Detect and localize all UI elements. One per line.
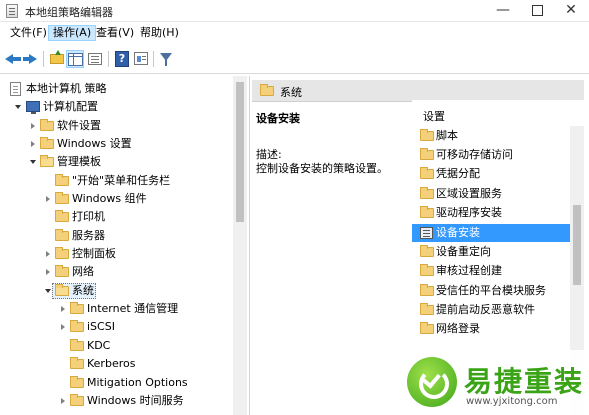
list-item-early-launch-antimalware[interactable]: 提前启动反恶意软件 (412, 301, 570, 319)
policy-editor-app-icon (6, 4, 18, 18)
details-scrollbar-thumb[interactable] (573, 205, 581, 285)
details-header-title: 系统 (280, 86, 302, 99)
folder-icon (420, 129, 434, 141)
list-item-credentials-delegation[interactable]: 凭据分配 (412, 165, 570, 183)
window-title: 本地组策略编辑器 (25, 6, 113, 19)
settings-column-label[interactable]: 设置 (423, 108, 445, 124)
menu-bar: 文件(F) 操作(A) 查看(V) 帮助(H) (0, 23, 589, 43)
watermark-title: 易捷重装 (464, 365, 585, 398)
properties-button[interactable] (132, 50, 150, 68)
folder-icon (420, 206, 434, 218)
folder-icon (70, 376, 84, 388)
export-list-button[interactable] (86, 50, 104, 68)
folder-icon (420, 264, 434, 276)
minimize-button[interactable]: — (486, 0, 520, 22)
console-tree-icon (68, 53, 83, 66)
forward-button[interactable] (22, 50, 40, 68)
filter-icon (160, 53, 172, 66)
list-item-locale-services[interactable]: 区域设置服务 (412, 185, 570, 203)
folder-icon (420, 167, 434, 179)
folder-icon (70, 320, 84, 332)
description-text: 控制设备安装的策略设置。 (256, 162, 388, 175)
policy-icon (420, 227, 433, 239)
folder-icon (260, 84, 274, 96)
properties-icon (134, 52, 148, 65)
selected-item-title: 设备安装 (256, 112, 300, 125)
collapsed-arrow-icon[interactable] (46, 196, 50, 202)
show-hide-tree-button[interactable] (66, 50, 84, 68)
folder-open-icon (40, 155, 54, 167)
collapsed-arrow-icon[interactable] (61, 306, 65, 312)
toolbar: ? (0, 44, 589, 74)
help-icon: ? (115, 51, 129, 67)
folder-icon (55, 174, 69, 186)
close-button[interactable]: ✕ (554, 0, 588, 22)
folder-icon (70, 302, 84, 314)
list-item-tpm-services[interactable]: 受信任的平台模块服务 (412, 282, 570, 300)
folder-icon (70, 357, 84, 369)
folder-icon (420, 245, 434, 257)
expanded-arrow-icon[interactable] (45, 289, 51, 293)
folder-open-icon (55, 284, 69, 296)
folder-icon (55, 210, 69, 222)
folder-icon (55, 265, 69, 277)
menu-help[interactable]: 帮助(H) (136, 25, 183, 41)
folder-icon (420, 148, 434, 160)
tree-scrollbar-thumb[interactable] (236, 82, 244, 222)
collapsed-arrow-icon[interactable] (61, 398, 65, 404)
folder-icon (55, 192, 69, 204)
help-button[interactable]: ? (113, 50, 131, 68)
folder-icon (55, 247, 69, 259)
back-button[interactable] (4, 50, 22, 68)
arrow-right-icon (29, 54, 37, 64)
folder-icon (55, 229, 69, 241)
menu-file[interactable]: 文件(F) (6, 25, 51, 41)
list-item-net-logon[interactable]: 网络登录 (412, 320, 570, 338)
collapsed-arrow-icon[interactable] (31, 141, 35, 147)
list-item-device-installation[interactable]: 设备安装 (412, 224, 570, 242)
list-item-audit-process-creation[interactable]: 审核过程创建 (412, 262, 570, 280)
folder-up-icon (50, 50, 64, 64)
filter-button[interactable] (157, 50, 175, 68)
folder-icon (70, 394, 84, 406)
collapsed-arrow-icon[interactable] (46, 269, 50, 275)
arrow-left-icon (5, 54, 13, 64)
folder-icon (420, 187, 434, 199)
title-bar: 本地组策略编辑器 — ✕ (0, 0, 589, 22)
details-header: 系统 (252, 80, 584, 102)
collapsed-arrow-icon[interactable] (46, 251, 50, 257)
watermark-url: www.yjxitong.com (466, 396, 558, 407)
list-item-device-redirection[interactable]: 设备重定向 (412, 243, 570, 261)
policy-document-icon (10, 82, 21, 96)
export-list-icon (88, 53, 102, 65)
list-item-scripts[interactable]: 脚本 (412, 127, 570, 145)
collapsed-arrow-icon[interactable] (61, 324, 65, 330)
list-item-removable-storage[interactable]: 可移动存储访问 (412, 146, 570, 164)
menu-action[interactable]: 操作(A) (48, 25, 97, 41)
expanded-arrow-icon[interactable] (30, 160, 36, 164)
folder-icon (40, 137, 54, 149)
collapsed-arrow-icon[interactable] (31, 123, 35, 129)
folder-icon (420, 322, 434, 334)
folder-icon (420, 284, 434, 296)
folder-icon (70, 339, 84, 351)
up-one-level-button[interactable] (48, 50, 66, 68)
expanded-arrow-icon[interactable] (15, 105, 21, 109)
list-item-driver-installation[interactable]: 驱动程序安装 (412, 204, 570, 222)
folder-icon (420, 303, 434, 315)
maximize-button[interactable] (520, 0, 554, 22)
watermark-logo-icon (407, 357, 457, 407)
menu-view[interactable]: 查看(V) (92, 25, 138, 41)
console-tree: 本地计算机 策略 计算机配置 软件设置 Windows 设置 管理模板 "开始"… (0, 76, 250, 415)
folder-icon (40, 119, 54, 131)
computer-icon (26, 101, 40, 114)
